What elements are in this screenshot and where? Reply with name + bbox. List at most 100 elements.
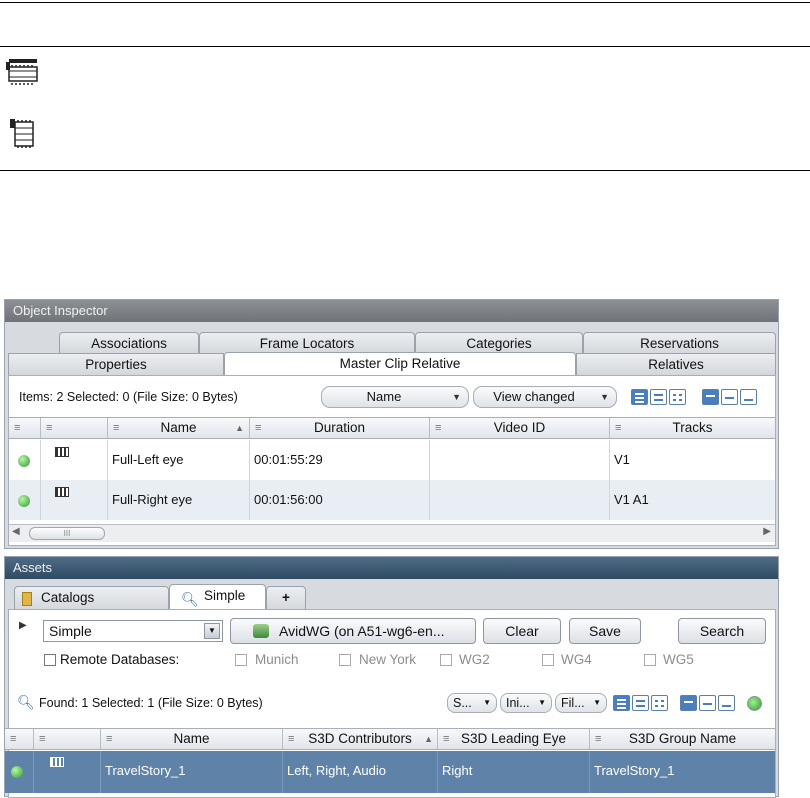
database-checkbox-wg5[interactable]: [644, 654, 656, 666]
column-s3d-leading-eye[interactable]: ≡ S3D Leading Eye: [438, 729, 590, 749]
row-s3d-group-name: TravelStory_1: [594, 763, 675, 778]
table-row[interactable]: Full-Left eye 00:01:55:29 V1: [9, 440, 775, 480]
column-status[interactable]: ≡: [9, 418, 41, 438]
detail-view-icon[interactable]: [632, 695, 649, 711]
group-clip-icon: [50, 757, 64, 767]
column-s3d-contributors[interactable]: ≡ S3D Contributors ▲: [283, 729, 438, 749]
horizontal-scrollbar[interactable]: ◀ III ▶: [9, 524, 775, 542]
grid-header: ≡ ≡ ≡ Name ▲ ≡ Duration ≡ Video ID ≡ Tracks: [9, 417, 775, 439]
tab-categories[interactable]: Categories: [415, 332, 583, 354]
tab-relatives[interactable]: Relatives: [576, 353, 776, 375]
tab-catalogs-label: Catalogs: [41, 590, 95, 605]
object-inspector-panel: Object Inspector Associations Frame Loca…: [4, 299, 779, 549]
column-icon[interactable]: ≡: [34, 729, 101, 749]
row-tracks: V1: [614, 452, 630, 467]
database-checkbox-new-york[interactable]: [339, 654, 351, 666]
refresh-status-icon[interactable]: [747, 696, 762, 711]
filter-dropdown-ini[interactable]: Ini... ▼: [500, 693, 552, 713]
row-s3d-contributors: Left, Right, Audio: [283, 751, 438, 793]
filter-dropdown-s[interactable]: S... ▼: [447, 693, 497, 713]
tab-simple[interactable]: 🔍︎ Simple: [169, 584, 266, 610]
tab-reservations[interactable]: Reservations: [583, 332, 776, 354]
legend-table: [0, 0, 810, 172]
database-checkbox-munich[interactable]: [235, 654, 247, 666]
small-frame-icon[interactable]: [740, 389, 757, 405]
items-status: Items: 2 Selected: 0 (File Size: 0 Bytes…: [19, 390, 238, 404]
list-view-icon[interactable]: [631, 389, 648, 405]
sort-by-dropdown[interactable]: Name ▼: [321, 386, 469, 408]
medium-frame-icon[interactable]: [721, 389, 738, 405]
column-icon[interactable]: ≡: [41, 418, 108, 438]
large-frame-icon[interactable]: [702, 389, 719, 405]
table-row-selected[interactable]: TravelStory_1 Left, Right, Audio Right T…: [5, 751, 775, 793]
list-view-icon[interactable]: [613, 695, 630, 711]
column-status[interactable]: ≡: [5, 729, 34, 749]
column-video-id[interactable]: ≡ Video ID: [430, 418, 610, 438]
thumbnail-view-icon[interactable]: [669, 389, 686, 405]
tab-frame-locators[interactable]: Frame Locators: [199, 332, 415, 354]
assets-title: Assets: [5, 557, 778, 579]
tab-simple-label: Simple: [204, 588, 246, 603]
large-frame-icon[interactable]: [680, 695, 697, 711]
database-label-munich: Munich: [255, 652, 299, 667]
workgroup-button[interactable]: AvidWG (on A51-wg6-en...: [230, 618, 476, 644]
small-frame-icon[interactable]: [718, 695, 735, 711]
filter-dropdown-fil[interactable]: Fil... ▼: [555, 693, 607, 713]
tab-master-clip-relative[interactable]: Master Clip Relative: [224, 352, 576, 376]
row-name: TravelStory_1: [101, 751, 283, 793]
medium-frame-icon[interactable]: [699, 695, 716, 711]
database-label-wg4: WG4: [561, 652, 592, 667]
database-checkbox-wg4[interactable]: [542, 654, 554, 666]
row-s3d-leading-eye: Right: [438, 751, 590, 793]
search-type-value: Simple: [49, 623, 92, 639]
row-video-id: [430, 440, 610, 480]
column-tracks[interactable]: ≡ Tracks: [610, 418, 775, 438]
online-status-icon: [11, 766, 23, 778]
remote-databases-label: Remote Databases:: [60, 652, 180, 667]
scroll-thumb[interactable]: III: [29, 527, 105, 540]
column-name[interactable]: ≡ Name ▲: [108, 418, 250, 438]
database-label-wg5: WG5: [663, 652, 694, 667]
table-row[interactable]: Full-Right eye 00:01:56:00 V1 A1: [9, 480, 775, 520]
remote-databases-checkbox[interactable]: [44, 654, 56, 666]
row-duration: 00:01:56:00: [250, 480, 430, 520]
row-tracks: V1 A1: [614, 492, 649, 507]
detail-view-icon[interactable]: [650, 389, 667, 405]
chevron-down-icon: ▼: [452, 392, 461, 402]
row-video-id: [430, 480, 610, 520]
database-label-wg2: WG2: [459, 652, 490, 667]
tab-catalogs[interactable]: Catalogs: [14, 586, 169, 610]
row-name: Full-Left eye: [108, 440, 250, 480]
column-s3d-group-name[interactable]: ≡ S3D Group Name: [590, 729, 775, 749]
row-duration: 00:01:55:29: [250, 440, 430, 480]
column-name[interactable]: ≡ Name: [101, 729, 283, 749]
clear-button[interactable]: Clear: [483, 618, 561, 644]
assets-panel: Assets Catalogs 🔍︎ Simple + ▶ Simple ▼ A…: [4, 556, 779, 798]
workgroup-label: AvidWG (on A51-wg6-en...: [279, 623, 445, 639]
found-search-icon: 🔍︎: [17, 694, 35, 710]
save-button[interactable]: Save: [569, 618, 641, 644]
master-clip-icon: [55, 447, 69, 457]
thumbnail-view-icon[interactable]: [651, 695, 668, 711]
chevron-down-icon[interactable]: ▼: [204, 623, 220, 639]
stereoscopic-clip-icon: [6, 59, 38, 85]
scroll-left-icon[interactable]: ◀: [12, 526, 20, 537]
scroll-right-icon[interactable]: ▶: [763, 526, 771, 537]
tab-associations[interactable]: Associations: [59, 332, 199, 354]
column-duration[interactable]: ≡ Duration: [250, 418, 430, 438]
view-filter-value: View changed: [493, 389, 575, 404]
database-icon: [253, 624, 269, 638]
chevron-down-icon: ▼: [600, 392, 609, 402]
search-button[interactable]: Search: [678, 618, 766, 644]
database-checkbox-wg2[interactable]: [440, 654, 452, 666]
table-header-rule: [0, 46, 810, 47]
view-filter-dropdown[interactable]: View changed ▼: [473, 386, 617, 408]
search-type-select[interactable]: Simple ▼: [43, 620, 223, 642]
add-tab-button[interactable]: +: [266, 586, 306, 610]
tab-properties[interactable]: Properties: [8, 353, 224, 375]
folder-icon: [22, 592, 32, 606]
sort-by-value: Name: [366, 389, 402, 404]
online-status-icon: [18, 455, 30, 467]
search-icon: 🔍︎: [181, 591, 199, 607]
expand-triangle-icon[interactable]: ▶: [19, 620, 27, 631]
